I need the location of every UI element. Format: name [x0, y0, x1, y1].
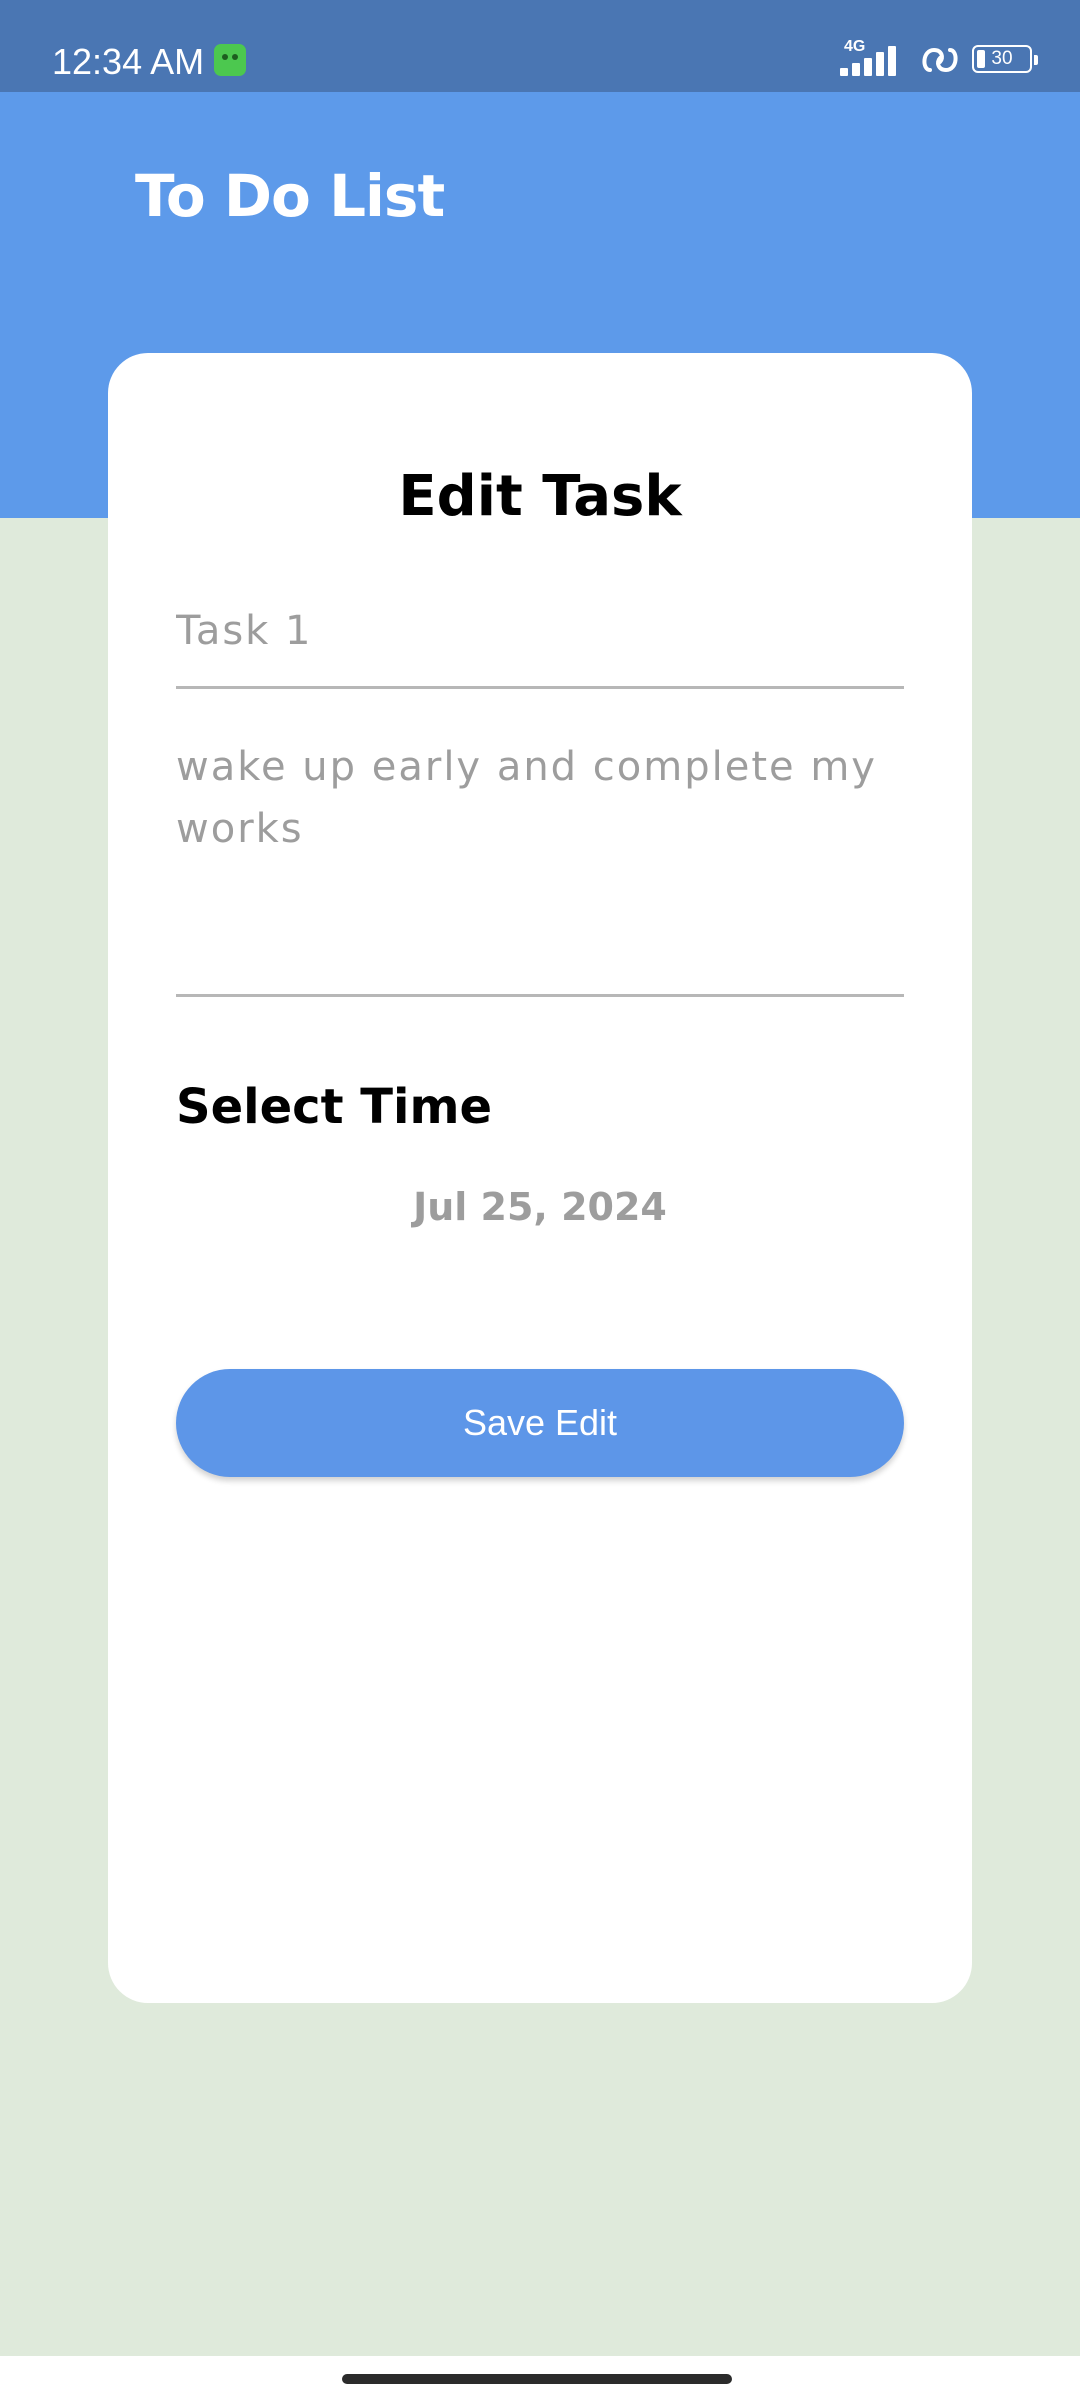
save-edit-button[interactable]: Save Edit — [176, 1369, 904, 1477]
app-notification-icon — [214, 44, 246, 76]
task-title-input[interactable] — [176, 575, 904, 689]
status-bar: 12:34 AM 4G 30 — [0, 0, 1080, 92]
signal-icon — [840, 46, 908, 76]
app-title: To Do List — [135, 162, 445, 230]
date-picker-value[interactable]: Jul 25, 2024 — [108, 1185, 972, 1231]
navigation-bar — [0, 2356, 1080, 2400]
edit-task-title: Edit Task — [398, 464, 682, 529]
select-time-label: Select Time — [176, 1079, 493, 1135]
edit-task-card: Edit Task wake up early and complete my … — [108, 353, 972, 2003]
hotspot-icon — [922, 47, 958, 73]
task-description-input[interactable]: wake up early and complete my works — [176, 736, 904, 997]
battery-icon: 30 — [972, 45, 1038, 73]
battery-level: 30 — [991, 48, 1013, 69]
home-indicator[interactable] — [342, 2374, 732, 2384]
status-time: 12:34 AM — [52, 41, 205, 82]
status-icons: 4G 30 — [820, 0, 1080, 92]
